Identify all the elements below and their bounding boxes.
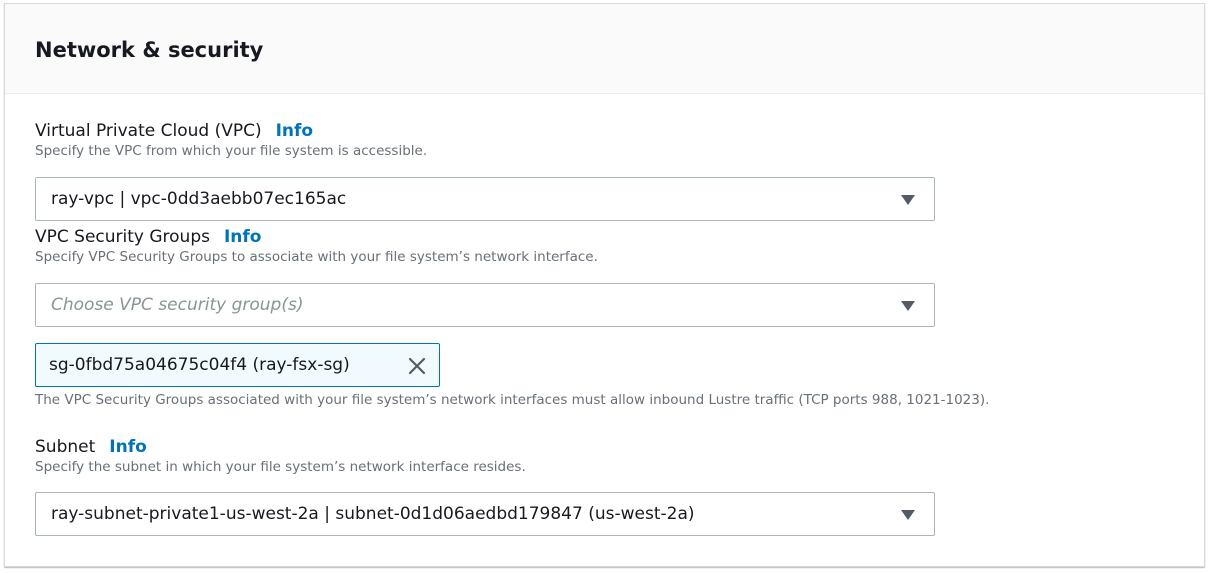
security-group-token-label: sg-0fbd75a04675c04f4 (ray-fsx-sg)	[49, 355, 350, 375]
security-groups-select[interactable]: Choose VPC security group(s)	[35, 283, 935, 327]
subnet-label-row: Subnet Info	[35, 436, 526, 458]
vpc-select[interactable]: ray-vpc | vpc-0dd3aebb07ec165ac	[35, 177, 935, 221]
network-security-panel: Network & security Virtual Private Cloud…	[4, 3, 1205, 567]
panel-header: Network & security	[5, 4, 1204, 94]
subnet-description: Specify the subnet in which your file sy…	[35, 459, 526, 475]
vpc-info-link[interactable]: Info	[276, 121, 314, 141]
subnet-select-value: ray-subnet-private1-us-west-2a | subnet-…	[51, 504, 695, 524]
security-groups-constraint-text: The VPC Security Groups associated with …	[35, 392, 990, 408]
subnet-label: Subnet	[35, 437, 96, 457]
caret-down-icon	[901, 301, 915, 311]
subnet-select[interactable]: ray-subnet-private1-us-west-2a | subnet-…	[35, 492, 935, 536]
subnet-info-link[interactable]: Info	[109, 437, 147, 457]
security-groups-info-link[interactable]: Info	[224, 227, 262, 247]
caret-down-icon	[901, 510, 915, 520]
security-groups-description: Specify VPC Security Groups to associate…	[35, 249, 598, 265]
vpc-select-value: ray-vpc | vpc-0dd3aebb07ec165ac	[51, 189, 347, 209]
security-groups-label-row: VPC Security Groups Info	[35, 226, 598, 248]
vpc-label-row: Virtual Private Cloud (VPC) Info	[35, 120, 427, 142]
security-group-token: sg-0fbd75a04675c04f4 (ray-fsx-sg)	[35, 343, 440, 387]
security-groups-placeholder: Choose VPC security group(s)	[51, 295, 304, 315]
security-groups-field-header: VPC Security Groups Info Specify VPC Secu…	[35, 226, 598, 266]
close-icon[interactable]	[406, 355, 428, 377]
panel-title: Network & security	[35, 38, 264, 62]
vpc-label: Virtual Private Cloud (VPC)	[35, 121, 262, 141]
vpc-field-header: Virtual Private Cloud (VPC) Info Specify …	[35, 120, 427, 160]
security-groups-label: VPC Security Groups	[35, 227, 210, 247]
vpc-description: Specify the VPC from which your file sys…	[35, 143, 428, 159]
subnet-field-header: Subnet Info Specify the subnet in which y…	[35, 436, 526, 476]
caret-down-icon	[901, 195, 915, 205]
